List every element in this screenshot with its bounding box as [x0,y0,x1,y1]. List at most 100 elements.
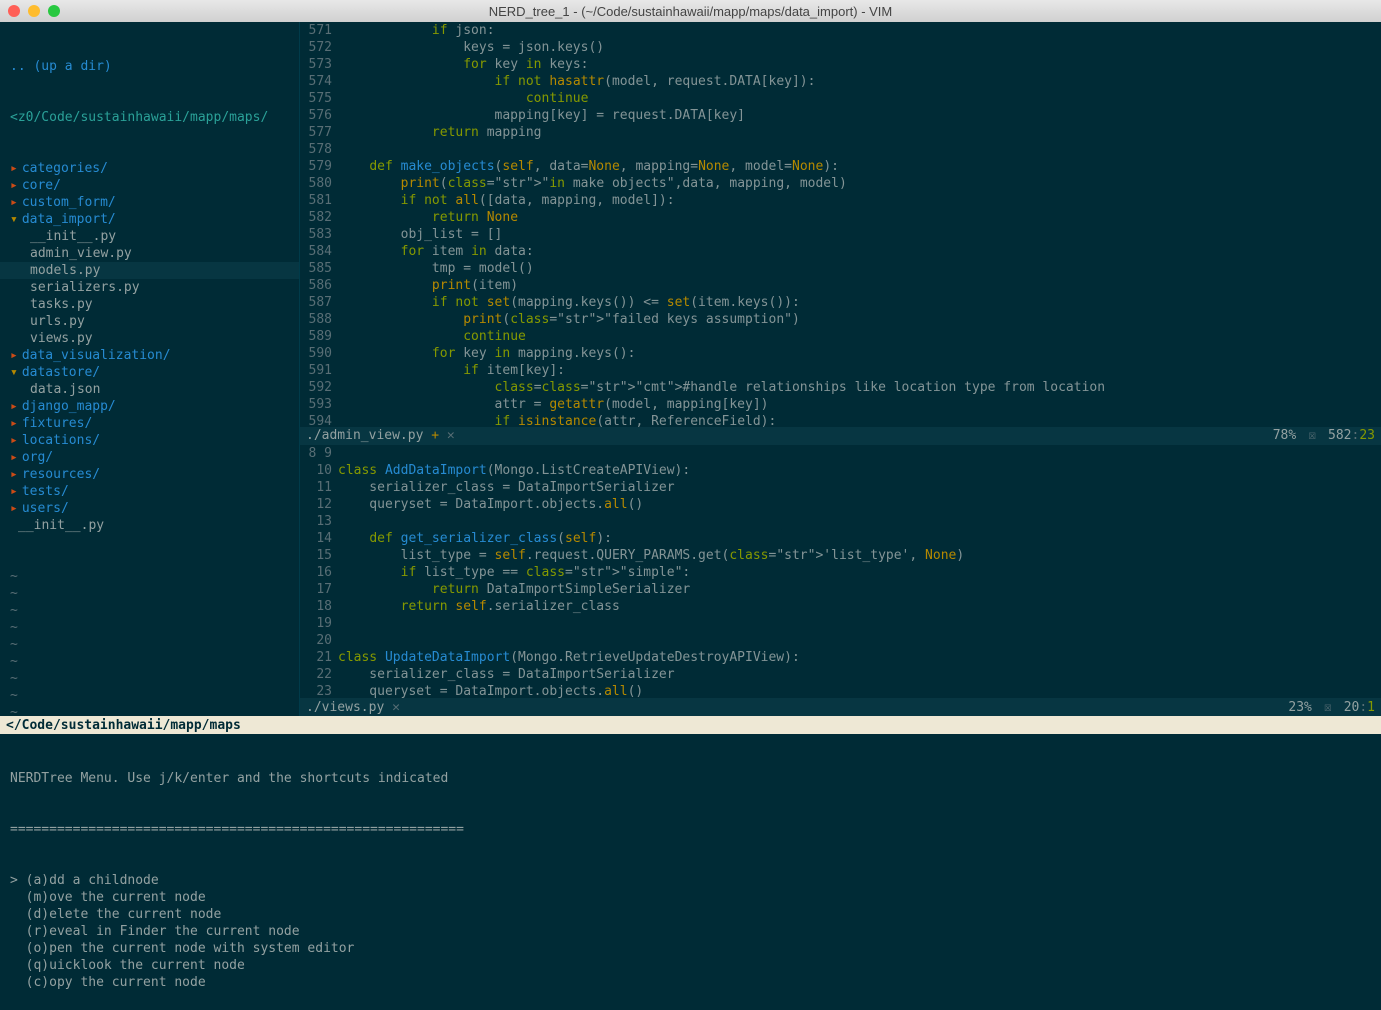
nerdtree-dir[interactable]: ▾datastore/ [0,364,299,381]
nerdtree-file[interactable]: admin_view.py [0,245,299,262]
empty-line-tilde: ~ [0,619,299,636]
nerdtree-file[interactable]: tasks.py [0,296,299,313]
window-title: NERD_tree_1 - (~/Code/sustainhawaii/mapp… [0,4,1381,19]
nerdtree-dir[interactable]: ▾data_import/ [0,211,299,228]
close-pane-icon[interactable]: ✕ [447,428,455,443]
status-modified-icon: + [431,428,439,443]
nerdtree-dir[interactable]: ▸tests/ [0,483,299,500]
folder-closed-icon[interactable]: ▸ [10,433,22,448]
nerdtree-file[interactable]: urls.py [0,313,299,330]
window-titlebar: NERD_tree_1 - (~/Code/sustainhawaii/mapp… [0,0,1381,22]
status-col: 1 [1367,700,1375,715]
nerdtree-file[interactable]: __init__.py [0,517,299,534]
menu-item[interactable]: (o)pen the current node with system edit… [10,940,1371,957]
menu-item[interactable]: (d)elete the current node [10,906,1371,923]
editor-stack: 571 572 573 574 575 576 577 578 579 580 … [300,22,1381,716]
code-pane-top[interactable]: 571 572 573 574 575 576 577 578 579 580 … [300,22,1381,427]
dir-label: data_import/ [22,212,116,227]
folder-closed-icon[interactable]: ▸ [10,450,22,465]
folder-closed-icon[interactable]: ▸ [10,416,22,431]
empty-line-tilde: ~ [0,704,299,716]
nerdtree-dir[interactable]: ▸fixtures/ [0,415,299,432]
status-filename: ./admin_view.py [306,428,423,443]
zoom-icon[interactable] [48,5,60,17]
folder-closed-icon[interactable]: ▸ [10,467,22,482]
empty-line-tilde: ~ [0,687,299,704]
empty-line-tilde: ~ [0,568,299,585]
nerdtree-dir[interactable]: ▸custom_form/ [0,194,299,211]
minimize-icon[interactable] [28,5,40,17]
menu-item[interactable]: (r)eveal in Finder the current node [10,923,1371,940]
folder-closed-icon[interactable]: ▸ [10,484,22,499]
code-area[interactable]: if json: keys = json.keys() for key in k… [338,22,1381,427]
dir-label: data_visualization/ [22,348,171,363]
nerdtree-dir[interactable]: ▸org/ [0,449,299,466]
status-percent: 78% [1273,428,1296,443]
dir-label: categories/ [22,161,108,176]
dir-label: fixtures/ [22,416,92,431]
nerdtree-dir[interactable]: ▸categories/ [0,160,299,177]
nerdtree-file[interactable]: views.py [0,330,299,347]
status-filename: ./views.py [306,700,384,715]
close-pane-icon[interactable]: ✕ [392,700,400,715]
close-indicator-icon: ☒ [1324,700,1332,715]
main-area: .. (up a dir) <z0/Code/sustainhawaii/map… [0,22,1381,716]
nerdtree-dir[interactable]: ▸resources/ [0,466,299,483]
empty-line-tilde: ~ [0,636,299,653]
nerdtree-dir[interactable]: ▸core/ [0,177,299,194]
folder-open-icon[interactable]: ▾ [10,212,22,227]
traffic-lights [8,5,60,17]
dir-label: datastore/ [22,365,100,380]
dir-label: resources/ [22,467,100,482]
menu-separator: ========================================… [10,821,1371,838]
status-line: 20 [1344,700,1360,715]
nerdtree-path: </Code/sustainhawaii/mapp/maps [6,718,241,733]
nerdtree-dir[interactable]: ▸locations/ [0,432,299,449]
nerdtree-root[interactable]: <z0/Code/sustainhawaii/mapp/maps/ [0,109,299,126]
folder-closed-icon[interactable]: ▸ [10,161,22,176]
menu-item[interactable]: > (a)dd a childnode [10,872,1371,889]
dir-label: users/ [22,501,69,516]
nerdtree-file[interactable]: data.json [0,381,299,398]
status-line: 582 [1328,428,1351,443]
folder-closed-icon[interactable]: ▸ [10,195,22,210]
line-gutter: 571 572 573 574 575 576 577 578 579 580 … [300,22,338,427]
line-gutter: 8 9 10 11 12 13 14 15 16 17 18 19 20 21 … [300,445,338,698]
nerdtree-up[interactable]: .. (up a dir) [0,58,299,75]
code-area[interactable]: class AddDataImport(Mongo.ListCreateAPIV… [338,445,1381,698]
empty-line-tilde: ~ [0,670,299,687]
nerdtree-menu[interactable]: NERDTree Menu. Use j/k/enter and the sho… [0,734,1381,1010]
close-indicator-icon: ☒ [1308,428,1316,443]
menu-item[interactable]: (m)ove the current node [10,889,1371,906]
statusline-top: ./admin_view.py + ✕ 78% ☒ 582:23 [300,427,1381,445]
nerdtree-dir[interactable]: ▸data_visualization/ [0,347,299,364]
nerdtree-file[interactable]: __init__.py [0,228,299,245]
menu-item[interactable]: (q)uicklook the current node [10,957,1371,974]
nerdtree-panel[interactable]: .. (up a dir) <z0/Code/sustainhawaii/map… [0,22,300,716]
dir-label: core/ [22,178,61,193]
nerdtree-file[interactable]: serializers.py [0,279,299,296]
nerdtree-file[interactable]: models.py [0,262,299,279]
status-percent: 23% [1288,700,1311,715]
menu-header: NERDTree Menu. Use j/k/enter and the sho… [10,770,1371,787]
status-col: 23 [1359,428,1375,443]
nerdtree-dir[interactable]: ▸users/ [0,500,299,517]
nerdtree-dir[interactable]: ▸django_mapp/ [0,398,299,415]
folder-closed-icon[interactable]: ▸ [10,348,22,363]
code-pane-bottom[interactable]: 8 9 10 11 12 13 14 15 16 17 18 19 20 21 … [300,445,1381,698]
dir-label: tests/ [22,484,69,499]
empty-line-tilde: ~ [0,653,299,670]
dir-label: custom_form/ [22,195,116,210]
statusline-bottom: ./views.py ✕ 23% ☒ 20:1 [300,698,1381,716]
folder-closed-icon[interactable]: ▸ [10,178,22,193]
empty-line-tilde: ~ [0,585,299,602]
nerdtree-statusline: </Code/sustainhawaii/mapp/maps [0,716,1381,734]
dir-label: django_mapp/ [22,399,116,414]
folder-closed-icon[interactable]: ▸ [10,399,22,414]
folder-closed-icon[interactable]: ▸ [10,501,22,516]
close-icon[interactable] [8,5,20,17]
folder-open-icon[interactable]: ▾ [10,365,22,380]
empty-line-tilde: ~ [0,602,299,619]
dir-label: locations/ [22,433,100,448]
menu-item[interactable]: (c)opy the current node [10,974,1371,991]
